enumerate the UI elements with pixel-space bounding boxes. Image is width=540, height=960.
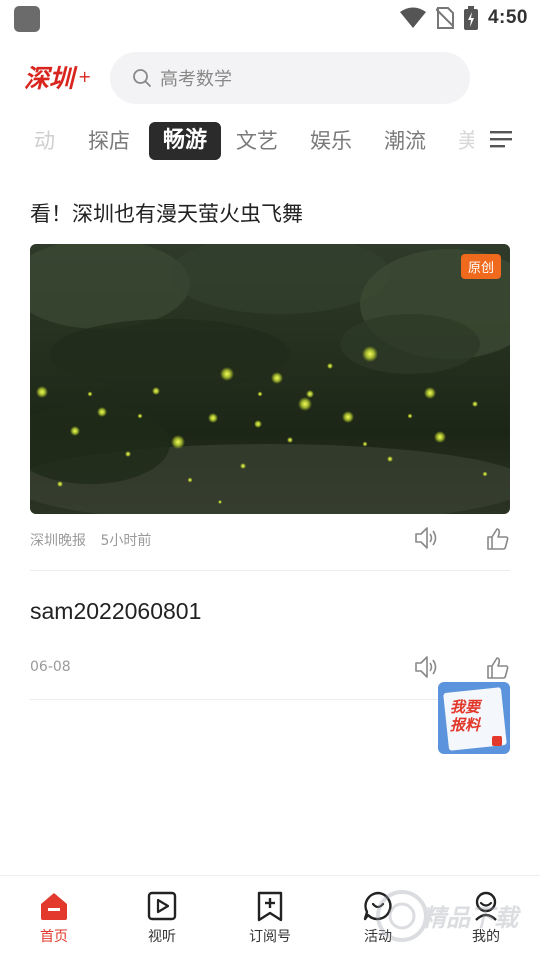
article-time: 5小时前 — [100, 533, 152, 549]
divider — [30, 570, 510, 571]
article-meta: 深圳晚报 5小时前 — [30, 530, 151, 550]
nav-video-label: 视听 — [148, 929, 176, 945]
search-bar[interactable]: 高考数学 — [110, 52, 470, 104]
report-label-line1: 我要 — [450, 698, 481, 716]
report-label: 我要 报料 — [450, 698, 500, 734]
article-date: 06-08 — [30, 659, 71, 675]
tab-chaoliu[interactable]: 潮流 — [384, 122, 426, 160]
article-title[interactable]: 看！深圳也有漫天萤火虫飞舞 — [30, 198, 303, 228]
tab-changyou[interactable]: 畅游 — [149, 122, 222, 160]
header: 深圳 + 高考数学 — [0, 50, 540, 106]
watermark: 精品下载 — [372, 884, 532, 948]
svg-text:深圳: 深圳 — [24, 64, 78, 93]
play-icon — [147, 891, 177, 921]
nav-home[interactable]: 首页 — [9, 890, 99, 946]
tab-yule[interactable]: 娱乐 — [310, 122, 352, 160]
article-source: 深圳晚报 — [30, 533, 86, 549]
nav-video[interactable]: 视听 — [117, 890, 207, 946]
nav-subscribe[interactable]: 订阅号 — [225, 890, 315, 946]
status-icons: 4:50 — [399, 5, 528, 31]
article-image[interactable]: 原创 — [30, 244, 510, 514]
search-icon — [133, 69, 151, 87]
nav-subscribe-label: 订阅号 — [249, 929, 291, 945]
like-icon[interactable] — [486, 527, 510, 551]
original-badge: 原创 — [460, 254, 501, 279]
tab-partial-left[interactable]: 动 — [34, 122, 55, 160]
app-notification-icon — [14, 6, 40, 32]
subscribe-icon — [257, 891, 283, 922]
tab-tandian[interactable]: 探店 — [88, 122, 130, 160]
wifi-icon — [399, 7, 426, 28]
battery-icon — [463, 6, 478, 30]
svg-text:+: + — [78, 67, 91, 86]
status-bar: 4:50 — [0, 0, 540, 36]
speaker-icon[interactable] — [413, 654, 439, 680]
home-icon — [41, 893, 67, 920]
watermark-text: 精品下载 — [422, 904, 518, 932]
channel-menu-icon[interactable] — [490, 128, 512, 150]
article-meta: 06-08 — [30, 659, 71, 675]
nav-home-label: 首页 — [40, 929, 68, 945]
app-logo[interactable]: 深圳 + — [24, 60, 94, 94]
report-news-button[interactable]: 我要 报料 — [438, 682, 510, 754]
report-label-line2: 报料 — [450, 716, 481, 734]
report-alert-icon — [492, 736, 502, 746]
no-sim-icon — [435, 7, 454, 29]
channel-tabs: 动 探店 畅游 文艺 娱乐 潮流 美 — [0, 118, 540, 162]
firefly-photo — [30, 244, 510, 514]
tab-wenyi[interactable]: 文艺 — [236, 122, 278, 160]
clock: 4:50 — [487, 7, 528, 28]
tab-partial-right[interactable]: 美 — [458, 122, 474, 160]
search-placeholder: 高考数学 — [160, 69, 232, 90]
like-icon[interactable] — [486, 656, 510, 680]
speaker-icon[interactable] — [413, 525, 439, 551]
article-title[interactable]: sam2022060801 — [30, 598, 201, 625]
